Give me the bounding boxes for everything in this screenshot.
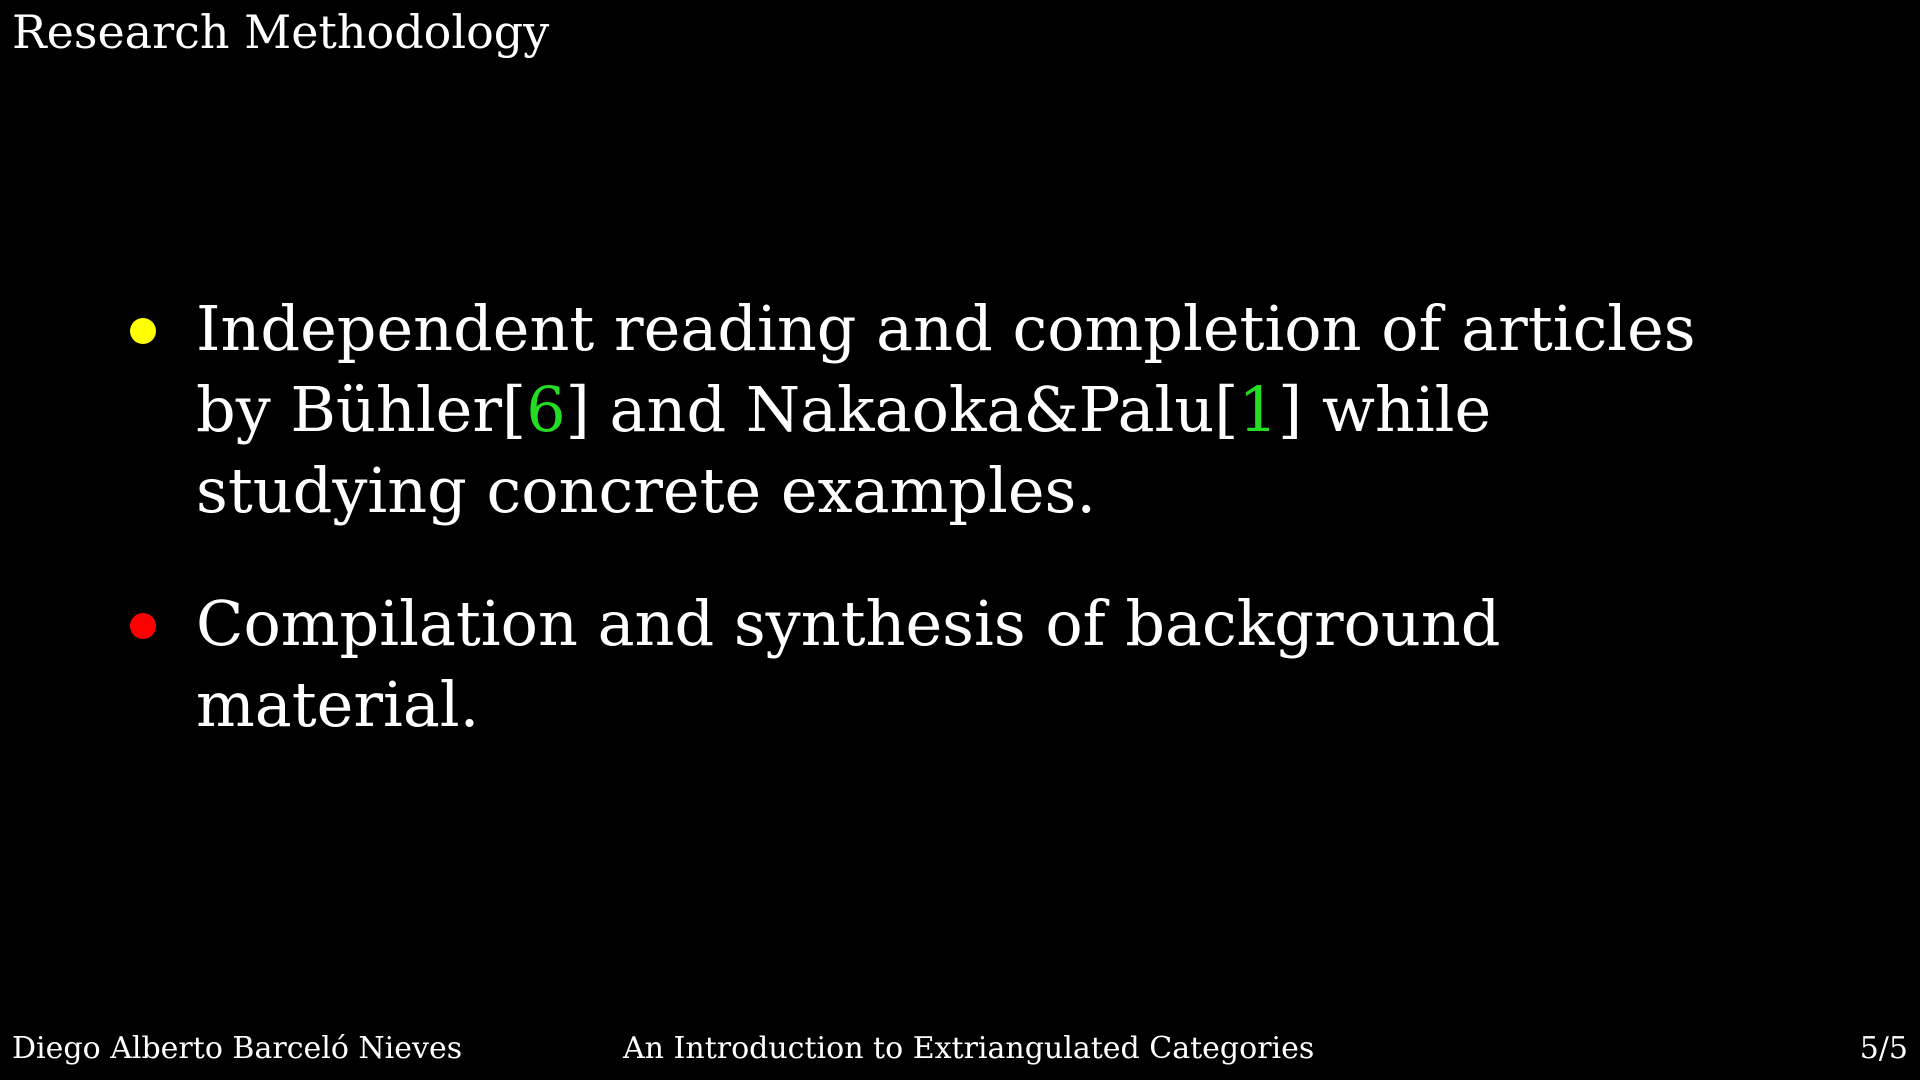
footer: Diego Alberto Barceló Nieves An Introduc… [0, 1024, 1920, 1074]
bullet-text: Compilation and synthesis of background … [196, 587, 1501, 741]
citation-link[interactable]: 6 [526, 373, 565, 446]
red-bullet-icon [130, 613, 156, 639]
slide-title: Research Methodology [12, 5, 550, 59]
bullet-item-compilation: Compilation and synthesis of background … [126, 583, 1766, 745]
footer-author: Diego Alberto Barceló Nieves [12, 1031, 463, 1066]
footer-title: An Introduction to Extriangulated Catego… [623, 1031, 1315, 1066]
bullet-list: Independent reading and completion of ar… [126, 288, 1766, 745]
page-number: 5/5 [1859, 1031, 1908, 1066]
bullet-item-reading: Independent reading and completion of ar… [126, 288, 1766, 531]
yellow-bullet-icon [130, 318, 156, 344]
bullet-text-part: ] and Nakaoka&Palu[ [565, 373, 1239, 446]
citation-link[interactable]: 1 [1238, 373, 1277, 446]
